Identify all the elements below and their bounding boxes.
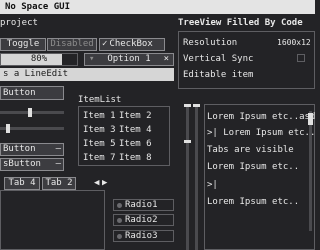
project-label: project	[0, 18, 38, 28]
list-item[interactable]: Item 7	[83, 154, 116, 163]
itemlist-title: ItemList	[78, 95, 122, 105]
tree-row-value: 1600x12	[277, 38, 311, 47]
spin-button-1[interactable]: Button —	[0, 143, 64, 156]
line-edit[interactable]: s a LineEdit	[0, 68, 174, 81]
list-item[interactable]: Item 6	[119, 140, 152, 149]
panel-line: Lorem Ipsum etc..	[207, 162, 300, 172]
tab-prev-icon[interactable]: ◀	[94, 179, 99, 188]
radio-dot-icon	[117, 217, 122, 223]
progress-label: 80%	[30, 54, 48, 64]
tree-row-label[interactable]: Resolution	[183, 39, 237, 48]
progress-bar: 80%	[0, 53, 78, 66]
vertical-slider[interactable]	[186, 104, 189, 250]
panel-line: Tabs are visible	[207, 145, 294, 155]
tab-panel-left	[0, 190, 105, 250]
list-item[interactable]: Item 8	[119, 154, 152, 163]
clear-icon[interactable]: ×	[164, 55, 169, 64]
dropdown-arrow-icon: ▾	[89, 54, 95, 64]
list-item[interactable]: Item 3	[83, 126, 116, 135]
dropdown[interactable]: ▾ Option 1 ×	[84, 53, 174, 66]
window-title: No Space GUI	[5, 1, 71, 12]
scroll-thumb[interactable]	[308, 113, 313, 125]
list-item[interactable]: Item 5	[83, 140, 116, 149]
tab-next-icon[interactable]: ▶	[102, 179, 107, 188]
tab-2[interactable]: Tab 2	[42, 177, 76, 190]
radio-1[interactable]: Radio1	[113, 199, 174, 211]
vertical-slider-handle-2[interactable]	[193, 104, 200, 107]
checkbox[interactable]: ✓ CheckBox	[99, 38, 165, 51]
radio-dot-icon	[117, 233, 122, 239]
scroll-track[interactable]	[309, 111, 312, 231]
treeview: Resolution 1600x12 Vertical Sync Editabl…	[178, 31, 315, 89]
tab-4[interactable]: Tab 4	[4, 177, 40, 190]
radio-dot-icon	[117, 202, 122, 208]
tab-panel-right: Lorem Ipsum etc..asd >| Lorem Ipsum etc.…	[204, 104, 315, 250]
panel-line: >| Lorem Ipsum etc..	[207, 128, 316, 138]
spin-button-2[interactable]: sButton —	[0, 158, 64, 171]
title-bar[interactable]: No Space GUI	[0, 0, 315, 14]
toggle-button[interactable]: Toggle	[0, 38, 46, 51]
button[interactable]: Button	[0, 86, 64, 100]
treeview-title: TreeView Filled By Code	[178, 18, 303, 28]
dropdown-value: Option 1	[107, 54, 151, 64]
slider-handle-2[interactable]	[6, 124, 10, 133]
list-item[interactable]: Item 2	[119, 112, 152, 121]
list-item[interactable]: Item 4	[119, 126, 152, 135]
vertical-slider-handle-3[interactable]	[184, 140, 191, 143]
tree-row-label[interactable]: Vertical Sync	[183, 55, 253, 64]
check-icon: ✓	[102, 39, 108, 49]
list-item[interactable]: Item 1	[83, 112, 116, 121]
tree-row-label[interactable]: Editable item	[183, 71, 253, 80]
panel-line: Lorem Ipsum etc..	[207, 197, 300, 207]
vertical-slider-2[interactable]	[195, 104, 198, 250]
vertical-slider-handle[interactable]	[184, 104, 191, 107]
panel-line: >|	[207, 180, 218, 190]
slider-handle[interactable]	[28, 108, 32, 117]
radio-2[interactable]: Radio2	[113, 214, 174, 226]
slider-track[interactable]	[0, 111, 64, 114]
radio-3[interactable]: Radio3	[113, 230, 174, 242]
itemlist: Item 1 Item 2 Item 3 Item 4 Item 5 Item …	[78, 106, 170, 166]
disabled-button: Disabled	[47, 38, 97, 51]
vsync-checkbox[interactable]	[297, 54, 305, 62]
panel-line: Lorem Ipsum etc..asd	[207, 112, 316, 122]
